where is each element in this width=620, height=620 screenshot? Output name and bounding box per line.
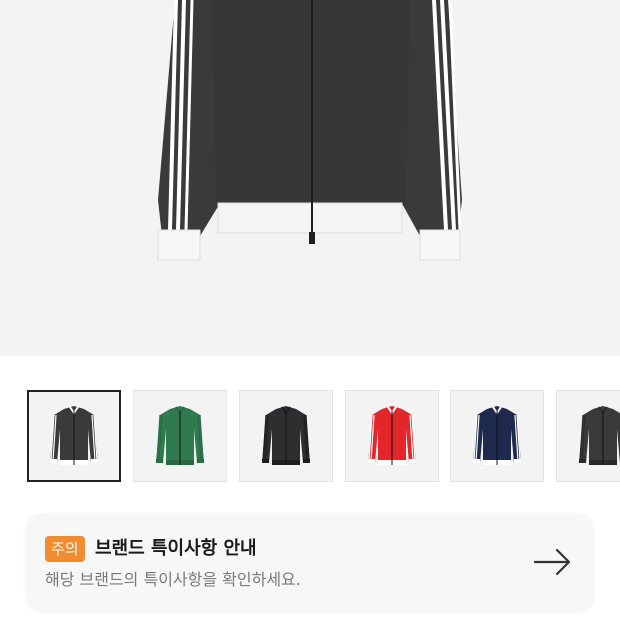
jacket-thumbnail-icon [579,406,620,465]
caution-badge: 주의 [45,536,85,562]
jacket-thumbnail-icon [156,406,204,465]
notice-description: 해당 브랜드의 특이사항을 확인하세요. [45,570,301,589]
thumbnail-navy[interactable] [450,390,544,482]
thumbnail-red[interactable] [345,390,439,482]
jacket-image [157,0,462,261]
brand-notice-card[interactable]: 주의 브랜드 특이사항 안내 해당 브랜드의 특이사항을 확인하세요. [27,514,593,610]
thumbnail-green[interactable] [133,390,227,482]
notice-title: 브랜드 특이사항 안내 [95,538,257,559]
thumbnail-strip [0,390,620,484]
jacket-thumbnail-icon [473,406,521,465]
jacket-thumbnail-icon [368,406,416,465]
jacket-thumbnail-icon [50,406,98,465]
thumbnail-black[interactable] [239,390,333,482]
thumbnail-dark-grey[interactable] [27,390,121,482]
arrow-right-icon[interactable] [531,546,575,578]
product-main-image[interactable] [0,0,620,356]
jacket-thumbnail-icon [262,406,310,465]
thumbnail-charcoal[interactable] [556,390,620,482]
